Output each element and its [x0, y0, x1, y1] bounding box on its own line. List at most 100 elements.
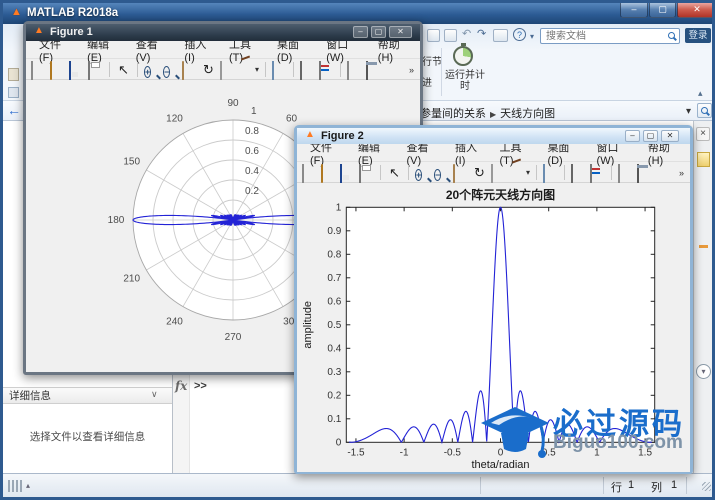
statusbar-separator [603, 477, 604, 494]
polar-radial-label: 1 [251, 106, 257, 117]
ribbon-collapse-icon[interactable]: ▴ [698, 88, 703, 99]
data-cursor-icon[interactable] [220, 60, 222, 80]
hide-plot-tools-icon[interactable] [618, 163, 621, 183]
search-icon[interactable] [668, 32, 675, 39]
data-cursor-icon[interactable] [491, 163, 493, 183]
minimize-button[interactable]: – [625, 130, 640, 142]
run-and-time-icon[interactable] [453, 43, 473, 66]
redo-icon[interactable]: ↷ [477, 27, 486, 40]
matlab-desktop: ▲ MATLAB R2018a – ▢ ✕ ↶ ↷ ? ▾ 登录 行节 进 运行… [0, 0, 715, 500]
figure2-title: Figure 2 [321, 130, 364, 142]
insert-colorbar-icon[interactable] [571, 163, 574, 183]
open-file-icon[interactable] [321, 163, 323, 183]
figure1-titlebar[interactable]: ▲ Figure 1 – ▢ ✕ [26, 24, 420, 41]
zoom-in-icon[interactable]: + [144, 65, 152, 78]
polar-angle-label: 210 [123, 274, 140, 285]
details-panel-header[interactable]: 详细信息 [3, 387, 172, 404]
minimize-button[interactable]: – [620, 3, 648, 18]
polar-angle-label: 270 [225, 332, 242, 343]
figure2-titlebar[interactable]: ▲ Figure 2 – ▢ ✕ [297, 128, 690, 144]
main-window-controls: – ▢ ✕ [620, 3, 712, 18]
show-plot-tools-icon[interactable] [366, 60, 369, 80]
save-icon[interactable] [340, 163, 342, 183]
paste-icon[interactable] [427, 29, 440, 42]
pointer-icon[interactable]: ↖ [116, 62, 131, 77]
rotate3d-icon[interactable]: ↻ [472, 165, 487, 180]
toolstrip-partial-icon2[interactable] [8, 87, 19, 98]
command-prompt[interactable]: >> [194, 380, 207, 392]
print-icon[interactable] [359, 163, 361, 183]
breadcrumb-path[interactable]: 析参量间的关系 ▶ 天线方向图 [409, 105, 555, 121]
breadcrumb-caret-icon[interactable]: ▾ [686, 106, 691, 117]
print-shortcut-icon[interactable] [493, 29, 508, 42]
statusbar-caret-icon[interactable]: ▴ [26, 481, 30, 490]
document-close-icon[interactable]: × [696, 127, 710, 141]
plot-title: 20个阵元天线方向图 [446, 187, 555, 202]
insert-legend-icon[interactable] [590, 163, 593, 183]
breadcrumb-separator-icon: ▶ [490, 110, 497, 119]
x-tick-label: -1.5 [347, 447, 365, 458]
y-axis-label: amplitude [302, 301, 314, 349]
brush-caret-icon[interactable]: ▾ [255, 65, 259, 74]
breadcrumb-current[interactable]: 天线方向图 [500, 108, 555, 120]
clipboard-icon[interactable] [444, 29, 457, 42]
close-button[interactable]: ✕ [661, 130, 679, 142]
fx-icon[interactable]: fx [175, 379, 187, 393]
menu-overflow-icon[interactable]: » [679, 168, 684, 178]
y-tick-label: 0.1 [327, 414, 341, 425]
save-icon[interactable] [69, 60, 71, 80]
polar-angle-label: 150 [123, 157, 140, 168]
graduation-cap-icon [481, 407, 549, 458]
maximize-button[interactable]: ▢ [643, 130, 658, 142]
y-tick-label: 0.4 [327, 343, 341, 354]
watermark-brand-en: Biguo100.com [553, 432, 683, 453]
resize-grip-icon[interactable] [702, 482, 711, 491]
hide-plot-tools-icon[interactable] [347, 60, 350, 80]
maximize-button[interactable]: ▢ [649, 3, 676, 18]
rotate3d-icon[interactable]: ↻ [201, 62, 216, 77]
ribbon-fragment-top[interactable]: 行节 [422, 53, 442, 68]
link-plot-icon[interactable] [543, 163, 546, 183]
back-arrow-icon[interactable]: ← [7, 102, 21, 118]
figure1-window-controls: – ▢ ✕ [353, 26, 412, 38]
close-button[interactable]: ✕ [677, 3, 712, 18]
login-button[interactable]: 登录 [685, 28, 711, 43]
pan-icon[interactable] [453, 163, 455, 183]
menu-overflow-icon[interactable]: » [409, 65, 414, 75]
minimize-button[interactable]: – [353, 26, 368, 38]
scrollbar-annotation-marker[interactable] [699, 245, 708, 248]
details-collapse-icon[interactable]: ∨ [151, 389, 158, 400]
new-figure-icon[interactable] [302, 163, 304, 183]
pan-icon[interactable] [182, 60, 184, 80]
link-plot-icon[interactable] [272, 60, 275, 80]
undo-icon[interactable]: ↶ [462, 27, 471, 40]
statusbar-separator [686, 477, 687, 494]
show-plot-tools-icon[interactable] [637, 163, 640, 183]
new-figure-icon[interactable] [31, 60, 33, 80]
qat-caret-icon[interactable]: ▾ [530, 32, 534, 41]
watermark: 必过源码 Biguo100.com [479, 399, 699, 463]
breadcrumb-search-button[interactable] [697, 103, 712, 118]
doc-search-input[interactable] [544, 29, 662, 43]
help-icon[interactable]: ? [513, 28, 526, 41]
y-tick-label: 0.6 [327, 296, 341, 307]
open-file-icon[interactable] [50, 60, 52, 80]
scroll-down-icon[interactable]: ▾ [696, 364, 711, 379]
toolstrip-partial-icon[interactable] [8, 68, 19, 81]
brush-caret-icon[interactable]: ▾ [526, 168, 530, 177]
statusbar-grip-icon[interactable] [8, 480, 23, 492]
zoom-out-icon[interactable]: − [434, 168, 442, 181]
x-tick-label: -1 [400, 447, 409, 458]
figure1-menubar: 文件(F) 编辑(E) 查看(V) 插入(I) 工具(T) 桌面(D) 窗口(W… [26, 39, 420, 75]
insert-legend-icon[interactable] [319, 60, 322, 80]
close-button[interactable]: ✕ [389, 26, 412, 38]
ribbon-fragment-bottom[interactable]: 进 [422, 74, 432, 89]
new-script-icon[interactable] [697, 152, 710, 167]
print-icon[interactable] [88, 60, 90, 80]
zoom-out-icon[interactable]: − [163, 65, 171, 78]
zoom-in-icon[interactable]: + [415, 168, 423, 181]
run-and-time-button[interactable]: 运行并计时 [443, 70, 487, 92]
insert-colorbar-icon[interactable] [300, 60, 303, 80]
maximize-button[interactable]: ▢ [371, 26, 386, 38]
pointer-icon[interactable]: ↖ [387, 165, 402, 180]
